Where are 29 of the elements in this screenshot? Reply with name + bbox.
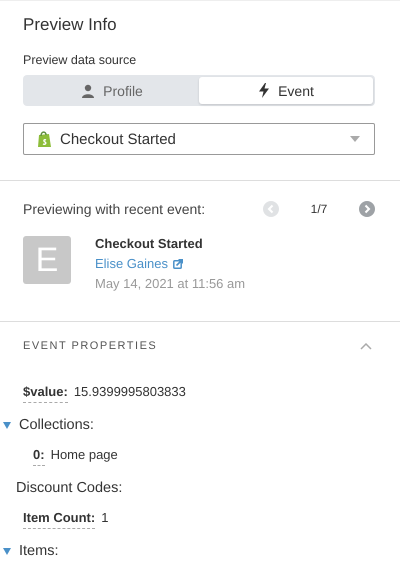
- lightning-icon: [258, 83, 270, 98]
- caret-icon: [350, 136, 360, 142]
- source-tab[interactable]: Event: [199, 77, 373, 104]
- property-value: 15.9399995803833: [74, 384, 186, 401]
- disclosure-triangle-icon[interactable]: [3, 422, 11, 428]
- external-link-icon: [172, 258, 183, 268]
- property-group-label: Items:: [19, 543, 58, 559]
- property-group-label: Discount Codes:: [16, 480, 122, 496]
- event-dropdown[interactable]: Checkout Started: [23, 123, 375, 155]
- chevron-right-icon: [362, 204, 372, 214]
- panel-title: Preview Info: [23, 15, 118, 35]
- property-key: Item Count:: [23, 510, 96, 529]
- recent-event-label: Previewing with recent event:: [23, 201, 206, 217]
- source-tab[interactable]: Profile: [25, 77, 199, 104]
- source-label: Preview data source: [23, 53, 138, 67]
- property-key: 0:: [33, 447, 45, 466]
- event-name: Checkout Started: [95, 236, 204, 251]
- next-button[interactable]: [359, 201, 375, 217]
- property-value: 1: [101, 510, 108, 527]
- shopping-bag-icon: [37, 130, 52, 148]
- event-time: May 14, 2021 at 11:56 am: [95, 276, 246, 291]
- event-counter: 1/7: [310, 202, 328, 216]
- properties-header[interactable]: EVENT PROPERTIES: [0, 340, 372, 352]
- property-group-label: Collections:: [19, 417, 94, 433]
- disclosure-triangle-icon[interactable]: [3, 548, 11, 554]
- chevron-left-icon: [266, 204, 276, 214]
- person-icon: [81, 84, 96, 98]
- property-key: $value:: [23, 384, 68, 403]
- property-value: Home page: [50, 447, 118, 464]
